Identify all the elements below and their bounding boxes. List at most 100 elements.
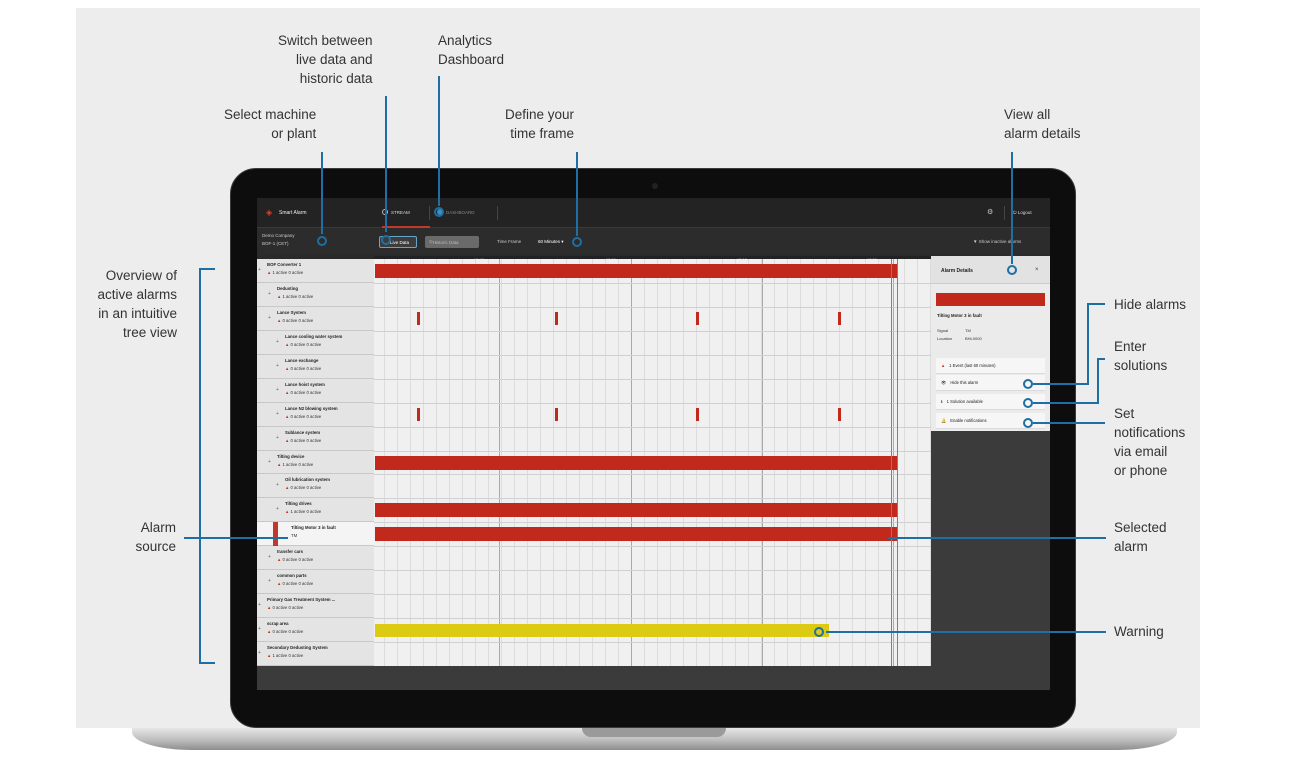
tab-divider <box>497 206 498 220</box>
close-icon[interactable]: × <box>1035 267 1039 273</box>
tree-node-status: ▲ 0 active 0 active <box>285 485 321 490</box>
tree-node-status: TM <box>291 533 298 539</box>
expand-toggle-icon[interactable] <box>282 530 287 536</box>
annotation-set-notifications: Set notifications via email or phone <box>1114 406 1186 478</box>
tree-node-label: Lance hoist system <box>285 381 325 387</box>
tree-node[interactable]: + scrap area ▲ 0 active 0 active <box>257 618 374 643</box>
alarm-bar[interactable] <box>375 503 897 518</box>
alarm-event-mark[interactable] <box>555 312 558 326</box>
callout-dot <box>381 235 391 245</box>
status-count: 0 active 0 active <box>290 365 322 371</box>
tree-node[interactable]: + Tilting drives ▲ 1 active 0 active <box>257 498 374 523</box>
tab-divider <box>429 206 430 220</box>
location-label: Location <box>937 336 953 341</box>
signal-label: Signal <box>937 328 949 333</box>
alarm-event-mark[interactable] <box>417 408 420 422</box>
tree-node-label: Lance System <box>277 309 306 315</box>
row-divider <box>374 642 931 644</box>
expand-toggle-icon[interactable]: + <box>276 339 281 345</box>
expand-toggle-icon[interactable]: + <box>268 554 273 560</box>
expand-toggle-icon[interactable]: + <box>276 435 281 441</box>
tree-node-status: ▲ 0 active 0 active <box>267 629 303 634</box>
annotation-warning: Warning <box>1114 624 1164 639</box>
bracket-line <box>199 268 201 664</box>
status-count: 0 active 0 active <box>282 581 314 587</box>
tree-node[interactable]: + Oil lubrication system ▲ 0 active 0 acti… <box>257 474 374 499</box>
callout-line <box>1011 152 1013 264</box>
tree-node[interactable]: + Primary Gas Treatment System ... ▲ 0 act… <box>257 594 374 619</box>
tree-node[interactable]: + transfer cars ▲ 0 active 0 active <box>257 546 374 571</box>
expand-toggle-icon[interactable]: + <box>258 602 263 608</box>
expand-toggle-icon[interactable]: + <box>276 482 281 488</box>
logout-button[interactable]: ⏻ Logout <box>1013 210 1032 215</box>
expand-toggle-icon[interactable]: + <box>268 291 273 297</box>
toolbar-divider <box>1004 206 1005 220</box>
minor-gridline <box>917 259 918 666</box>
callout-dot <box>317 236 327 246</box>
alarm-bar[interactable] <box>375 455 897 470</box>
callout-dot <box>1007 265 1017 275</box>
annotation-view-all: View all alarm details <box>1004 107 1081 141</box>
app-logo-icon: ◈ <box>266 208 273 217</box>
expand-toggle-icon[interactable]: + <box>276 363 281 369</box>
annotation-time-frame: Define your time frame <box>505 107 575 141</box>
tree-node[interactable]: + Dedusting ▲ 1 active 0 active <box>257 283 374 307</box>
tree-node[interactable]: + Tilting device ▲ 1 active 0 active <box>257 451 374 475</box>
callout-line <box>1033 422 1105 424</box>
plant-selector[interactable]: Demo Company BOF-1 (CET) <box>262 232 295 248</box>
warning-bar[interactable] <box>375 623 829 637</box>
row-divider <box>374 306 931 308</box>
annotation-analytics: Analytics Dashboard <box>438 33 505 67</box>
tree-node[interactable]: + common parts ▲ 0 active 0 active <box>257 570 374 595</box>
tree-node-label: BOF Converter 1 <box>267 262 302 267</box>
alarm-event-mark[interactable] <box>417 312 420 326</box>
expand-toggle-icon[interactable]: + <box>276 506 281 512</box>
expand-toggle-icon[interactable]: + <box>268 459 273 465</box>
annotation-overview: Overview of active alarms in an intuitive t… <box>97 268 177 340</box>
alarm-event-mark[interactable] <box>696 312 699 326</box>
expand-toggle-icon[interactable]: + <box>258 650 263 656</box>
annotation-switch-data: Switch between live data and historic data <box>278 33 373 86</box>
tree-node-label: Secondary Dedusting System <box>267 645 328 651</box>
alarm-event-mark[interactable] <box>838 312 841 326</box>
expand-toggle-icon[interactable]: + <box>258 267 263 273</box>
callout-dot <box>1023 398 1033 408</box>
tree-node[interactable]: + Lance N2 blowing system ▲ 0 active 0 act… <box>257 403 374 427</box>
alarm-event-mark[interactable] <box>555 408 558 422</box>
historic-data-button[interactable]: ⊙ Historic Data <box>425 236 479 248</box>
expand-toggle-icon[interactable]: + <box>258 626 263 632</box>
callout-dot <box>1023 379 1033 389</box>
callout-line <box>321 152 323 234</box>
events-row[interactable]: ▲ 1 Event (last 60 minutes) <box>936 358 1045 374</box>
callout-line <box>184 537 288 539</box>
settings-gear-icon[interactable]: ⚙ <box>987 208 993 216</box>
tree-node[interactable]: + Lance System ▲ 0 active 0 active <box>257 307 374 331</box>
annotation-selected-alarm: Selected alarm <box>1114 520 1167 554</box>
expand-toggle-icon[interactable]: + <box>276 411 281 417</box>
callout-line <box>826 631 1106 633</box>
expand-toggle-icon[interactable]: + <box>268 578 273 584</box>
tree-node[interactable]: Tilting Motor 3 in fault TM <box>257 522 374 547</box>
tree-node[interactable]: + Lance hoist system ▲ 0 active 0 active <box>257 379 374 403</box>
tree-node-status: ▲ 1 active 0 active <box>277 294 313 299</box>
status-count: 0 active 0 active <box>290 389 322 395</box>
tree-node[interactable]: + Secondary Dedusting System ▲ 1 active 0 … <box>257 642 374 666</box>
show-inactive-toggle[interactable]: ▼ Show inactive alarms <box>973 239 1021 244</box>
expand-toggle-icon[interactable]: + <box>276 387 281 393</box>
status-count: 1 active 0 active <box>282 293 314 299</box>
row-divider <box>374 546 931 548</box>
tree-node[interactable]: + Sublance system ▲ 0 active 0 active <box>257 427 374 451</box>
callout-line <box>576 152 578 236</box>
tree-node[interactable]: + Lance exchange ▲ 0 active 0 active <box>257 355 374 379</box>
annotation-alarm-source: Alarm source <box>135 520 176 554</box>
alarm-event-mark[interactable] <box>838 408 841 422</box>
selected-alarm-bar[interactable] <box>375 527 897 542</box>
alarm-event-mark[interactable] <box>696 408 699 422</box>
tree-node-label: common parts <box>277 573 307 579</box>
tree-node[interactable]: + BOF Converter 1 ▲ 1 active 0 active <box>257 259 374 283</box>
alarm-bar[interactable] <box>375 263 897 278</box>
expand-toggle-icon[interactable]: + <box>268 315 273 321</box>
tree-node[interactable]: + Lance cooling water system ▲ 0 active 0 … <box>257 331 374 355</box>
time-frame-select[interactable]: 60 Minutes ▾ <box>538 239 564 245</box>
tree-node-label: Tilting device <box>277 453 305 459</box>
